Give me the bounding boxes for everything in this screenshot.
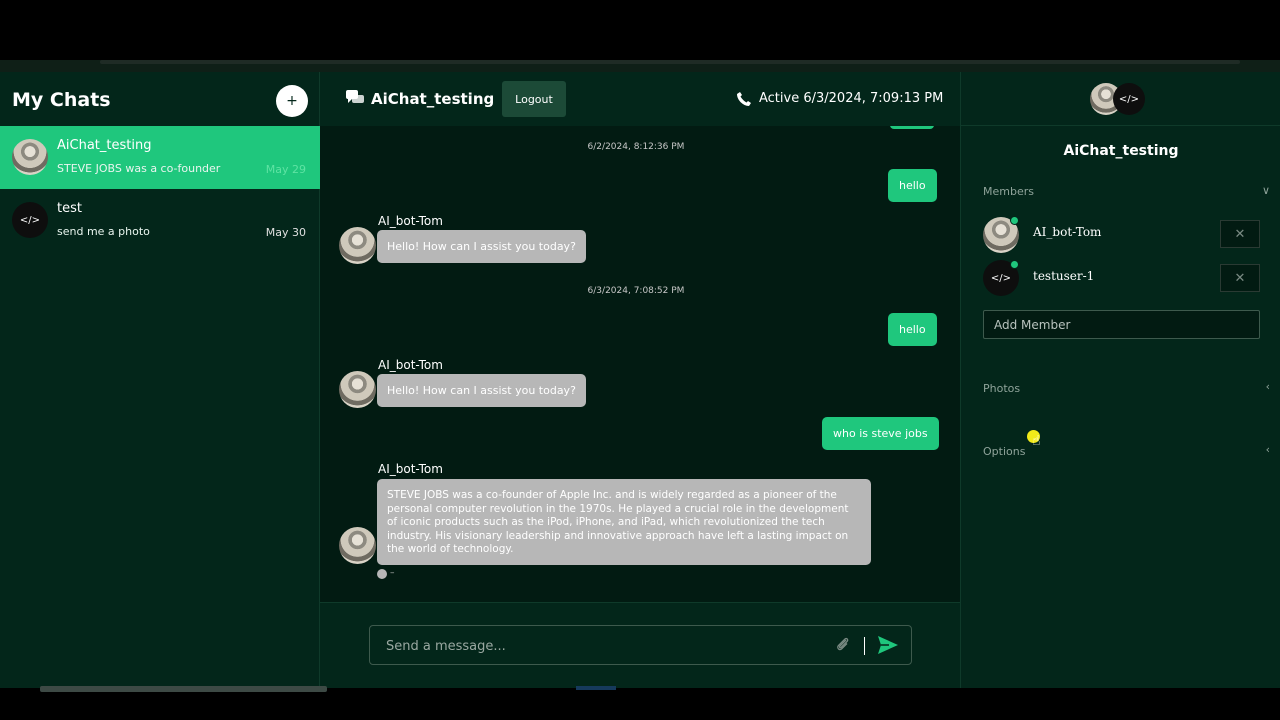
chevron-left-icon[interactable]: ‹ (1266, 443, 1270, 456)
online-indicator (1010, 216, 1019, 225)
chevron-left-icon[interactable]: ‹ (1266, 380, 1270, 393)
chat-list-item[interactable]: </> test send me a photo May 30 (0, 189, 320, 252)
phone-icon (737, 92, 751, 106)
message-timestamp: 6/2/2024, 8:12:36 PM (587, 142, 685, 152)
horizontal-scrollbar[interactable] (40, 686, 327, 692)
chat-preview: STEVE JOBS was a co-founder (57, 162, 221, 175)
chat-list-header: My Chats + (0, 72, 320, 126)
logout-button[interactable]: Logout (502, 81, 566, 117)
group-title: AiChat_testing (1063, 143, 1179, 159)
remove-member-button[interactable]: ✕ (1220, 264, 1260, 292)
bot-name: AI_bot-Tom (378, 214, 443, 228)
screen-bottom-border (0, 688, 1280, 720)
details-header: </> (961, 72, 1280, 126)
message-timestamp: 6/3/2024, 7:08:52 PM (587, 286, 685, 296)
chat-preview: send me a photo (57, 225, 150, 238)
active-status: Active 6/3/2024, 7:09:13 PM (759, 91, 944, 106)
message-list[interactable]: 6/2/2024, 8:12:36 PM hello AI_bot-Tom He… (320, 126, 960, 602)
chevron-down-icon[interactable]: ∨ (1262, 184, 1270, 197)
bot-name: AI_bot-Tom (378, 462, 443, 476)
bot-message: STEVE JOBS was a co-founder of Apple Inc… (377, 479, 871, 565)
send-icon[interactable] (878, 636, 898, 654)
hand-cursor-icon: ☝ (1032, 433, 1041, 449)
members-section-label[interactable]: Members (983, 185, 1034, 198)
browser-tab-strip (0, 60, 1280, 72)
chat-name: AiChat_testing (57, 138, 152, 153)
chat-name: test (57, 201, 82, 216)
options-section-label[interactable]: Options (983, 445, 1025, 458)
conversation-panel: AiChat_testing Logout Active 6/3/2024, 7… (320, 72, 960, 688)
chat-list-title: My Chats (12, 89, 111, 111)
conversation-title: AiChat_testing (371, 90, 495, 108)
message-composer (369, 625, 912, 665)
bot-message: Hello! How can I assist you today? (377, 374, 586, 407)
bot-avatar-icon (339, 227, 376, 264)
taskbar-indicator (576, 686, 616, 690)
paperclip-icon[interactable] (835, 636, 851, 654)
chat-date: May 30 (265, 226, 306, 239)
user-message: hello (888, 169, 937, 202)
add-member-input[interactable] (983, 310, 1260, 339)
conversation-header: AiChat_testing Logout Active 6/3/2024, 7… (320, 72, 960, 126)
member-name: testuser-1 (1033, 269, 1095, 283)
online-indicator (1010, 260, 1019, 269)
remove-member-button[interactable]: ✕ (1220, 220, 1260, 248)
screen-top-border (0, 0, 1280, 60)
user-message: hello (888, 313, 937, 346)
new-chat-button[interactable]: + (276, 85, 308, 117)
chat-date: May 29 (265, 163, 306, 176)
bot-name: AI_bot-Tom (378, 358, 443, 372)
read-receipt-marker: – (390, 568, 395, 578)
bot-avatar-icon (339, 371, 376, 408)
code-avatar-icon: </> (12, 202, 48, 238)
chat-app: My Chats + AiChat_testing STEVE JOBS was… (0, 72, 1280, 688)
message-input[interactable] (386, 636, 816, 656)
chat-list-panel: My Chats + AiChat_testing STEVE JOBS was… (0, 72, 320, 688)
code-avatar-icon: </> (1113, 83, 1145, 115)
photos-section-label[interactable]: Photos (983, 382, 1020, 395)
chat-bubbles-icon (346, 90, 364, 103)
bot-message: Hello! How can I assist you today? (377, 230, 586, 263)
robot-avatar-icon (12, 139, 48, 175)
composer-divider (864, 637, 865, 655)
user-message: who is steve jobs (822, 417, 939, 450)
previous-message-edge (890, 126, 934, 129)
composer-area (320, 602, 960, 688)
chat-list-item[interactable]: AiChat_testing STEVE JOBS was a co-found… (0, 126, 320, 189)
member-name: AI_bot-Tom (1033, 225, 1102, 239)
chat-details-panel: </> AiChat_testing Members ∨ AI_bot-Tom … (960, 72, 1280, 688)
bot-avatar-icon (339, 527, 376, 564)
address-bar-edge (100, 60, 1240, 64)
read-receipt-icon (377, 569, 387, 579)
